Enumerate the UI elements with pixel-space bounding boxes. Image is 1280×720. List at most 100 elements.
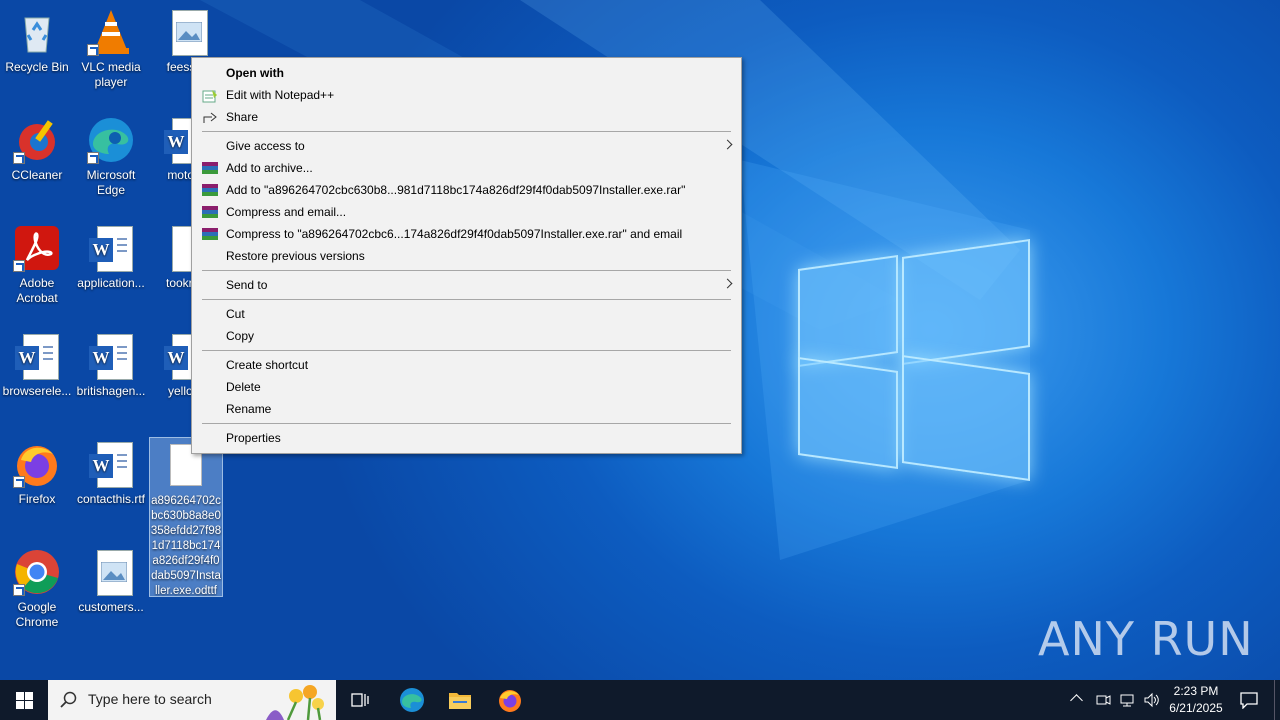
menu-item-add-to-rar[interactable]: Add to "a896264702cbc630b8...981d7118bc1…: [192, 179, 741, 201]
desktop-icon-britishagen[interactable]: W britishagen...: [75, 332, 147, 399]
start-button[interactable]: [0, 680, 48, 720]
tray-network[interactable]: [1116, 680, 1138, 720]
clock-time: 2:23 PM: [1173, 684, 1219, 698]
menu-item-label: Copy: [226, 329, 255, 343]
tray-volume[interactable]: [1140, 680, 1162, 720]
winrar-icon: [202, 183, 218, 197]
menu-item-rename[interactable]: Rename: [192, 398, 741, 420]
menu-item-give-access[interactable]: Give access to: [192, 135, 741, 157]
show-desktop-button[interactable]: [1274, 680, 1280, 720]
task-view-button[interactable]: [344, 680, 376, 720]
action-center-button[interactable]: [1232, 680, 1266, 720]
image-file-icon: [87, 548, 135, 596]
notepadpp-icon: [202, 88, 218, 103]
desktop-icon-vlc[interactable]: VLC media player: [75, 8, 147, 90]
taskbar-firefox[interactable]: [492, 680, 526, 720]
menu-item-create-shortcut[interactable]: Create shortcut: [192, 354, 741, 376]
windows-logo-wallpaper: [790, 239, 1030, 481]
menu-separator: [202, 350, 731, 351]
menu-item-restore-previous[interactable]: Restore previous versions: [192, 245, 741, 267]
chrome-icon: [13, 548, 61, 596]
desktop-icon-label: Recycle Bin: [5, 60, 69, 74]
menu-separator: [202, 270, 731, 271]
desktop-icon-label: Firefox: [18, 492, 56, 506]
menu-item-copy[interactable]: Copy: [192, 325, 741, 347]
desktop-icon-label: CCleaner: [11, 168, 63, 182]
windows-start-icon: [16, 692, 33, 709]
desktop-icon-recycle-bin[interactable]: Recycle Bin: [1, 8, 73, 75]
task-view-icon: [351, 693, 369, 707]
desktop-icon-label: application...: [77, 276, 145, 290]
menu-item-label: Cut: [226, 307, 245, 321]
desktop-icon-browserele[interactable]: W browserele...: [1, 332, 73, 399]
desktop-icon-customers[interactable]: customers...: [75, 548, 147, 615]
firefox-icon: [499, 690, 521, 712]
menu-separator: [202, 423, 731, 424]
menu-item-send-to[interactable]: Send to: [192, 274, 741, 296]
clock-date: 6/21/2025: [1169, 701, 1223, 715]
chevron-right-icon: [722, 278, 733, 289]
taskbar-search-box[interactable]: Type here to search: [48, 680, 336, 720]
chevron-up-icon: [1070, 694, 1083, 707]
desktop-icon-selected-file[interactable]: a896264702cbc630b8a8e0358efdd27f981d7118…: [149, 437, 223, 597]
desktop-icon-adobe-acrobat[interactable]: Adobe Acrobat: [1, 224, 73, 306]
menu-item-compress-email[interactable]: Compress and email...: [192, 201, 741, 223]
desktop-icon-label: Adobe Acrobat: [16, 276, 58, 305]
menu-item-delete[interactable]: Delete: [192, 376, 741, 398]
desktop-icon-microsoft-edge[interactable]: Microsoft Edge: [75, 116, 147, 198]
desktop-icon-ccleaner[interactable]: CCleaner: [1, 116, 73, 183]
winrar-icon: [202, 161, 218, 175]
show-hidden-icons-button[interactable]: [1068, 680, 1090, 720]
menu-item-edit-notepadpp[interactable]: Edit with Notepad++: [192, 84, 741, 106]
menu-item-label: Restore previous versions: [226, 249, 365, 263]
menu-item-label: Compress and email...: [226, 205, 347, 219]
ccleaner-icon: [13, 116, 61, 164]
menu-item-add-to-archive[interactable]: Add to archive...: [192, 157, 741, 179]
recycle-bin-icon: [13, 8, 61, 56]
word-doc-icon: W: [87, 224, 135, 272]
menu-separator: [202, 131, 731, 132]
menu-separator: [202, 299, 731, 300]
menu-item-label: Properties: [226, 431, 281, 445]
menu-item-properties[interactable]: Properties: [192, 427, 741, 449]
tray-meet-now[interactable]: [1092, 680, 1114, 720]
menu-item-label: Edit with Notepad++: [226, 88, 335, 102]
desktop-icon-label: customers...: [78, 600, 144, 614]
menu-item-share[interactable]: Share: [192, 106, 741, 128]
taskbar-edge[interactable]: [394, 680, 428, 720]
desktop-icon-label: browserele...: [2, 384, 72, 398]
menu-item-label: Rename: [226, 402, 272, 416]
desktop-icon-google-chrome[interactable]: Google Chrome: [1, 548, 73, 630]
search-placeholder: Type here to search: [88, 691, 212, 707]
word-doc-icon: W: [87, 440, 135, 488]
anyrun-watermark: ANY RUN: [1038, 612, 1254, 666]
menu-item-cut[interactable]: Cut: [192, 303, 741, 325]
menu-item-label: Delete: [226, 380, 261, 394]
firefox-icon: [13, 440, 61, 488]
desktop-icon-label: a896264702cbc630b8a8e0358efdd27f981d7118…: [150, 495, 222, 597]
menu-item-compress-to-rar-email[interactable]: Compress to "a896264702cbc6...174a826df2…: [192, 223, 741, 245]
desktop-icon-label: britishagen...: [76, 384, 146, 398]
menu-item-label: Add to "a896264702cbc630b8...981d7118bc1…: [226, 183, 686, 197]
image-file-icon: [162, 8, 210, 56]
tray-clock[interactable]: 2:23 PM 6/21/2025: [1164, 680, 1228, 720]
acrobat-icon: [13, 224, 61, 272]
desktop-icon-firefox[interactable]: Firefox: [1, 440, 73, 507]
taskbar-file-explorer[interactable]: [443, 680, 477, 720]
camera-icon: [1096, 695, 1111, 705]
menu-item-label: Send to: [226, 278, 268, 292]
vlc-icon: [87, 8, 135, 56]
context-menu: Open with Edit with Notepad++ Share Give…: [191, 57, 742, 454]
desktop-icon-label: VLC media player: [81, 60, 141, 89]
taskbar: Type here to search 2:23 PM 6/21/2025: [0, 680, 1280, 720]
desktop-icon-contacthis[interactable]: W contacthis.rtf: [75, 440, 147, 507]
notification-icon: [1240, 692, 1258, 709]
menu-item-label: Share: [226, 110, 259, 124]
menu-item-open-with[interactable]: Open with: [192, 62, 741, 84]
folder-icon: [449, 693, 471, 709]
edge-icon: [400, 688, 424, 712]
winrar-icon: [202, 205, 218, 219]
desktop-icon-application[interactable]: W application...: [75, 224, 147, 291]
menu-item-label: Create shortcut: [226, 358, 309, 372]
winrar-icon: [202, 227, 218, 241]
